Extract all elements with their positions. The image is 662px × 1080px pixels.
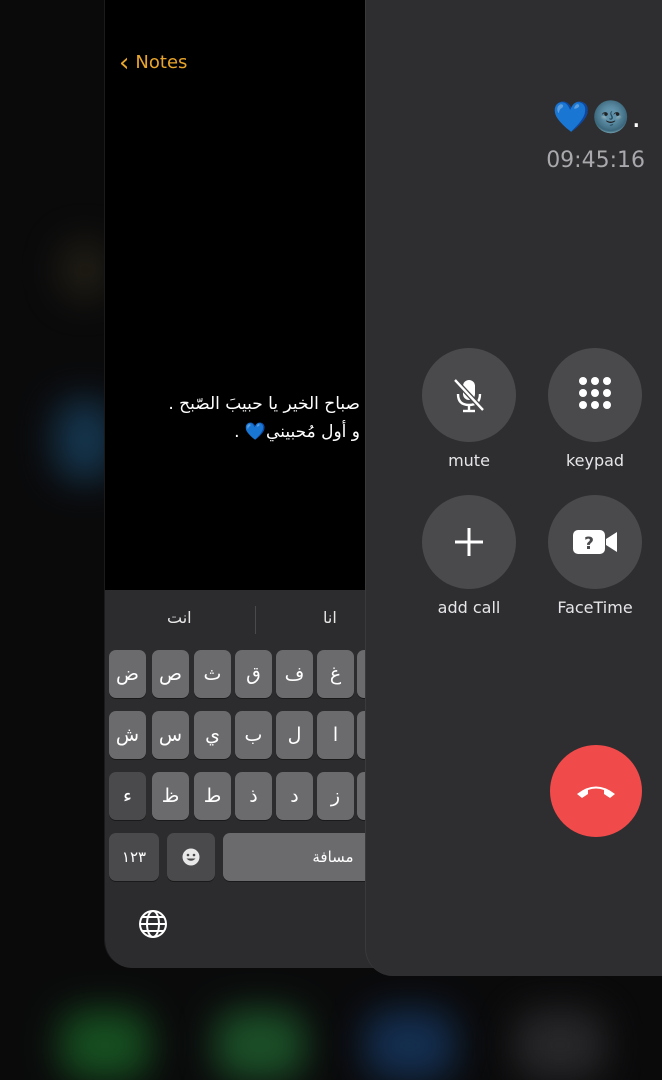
end-call-button[interactable] xyxy=(550,745,642,837)
note-line-2: و أول مُحبيني💙 . xyxy=(234,422,360,442)
emoji-icon xyxy=(182,848,200,866)
add-call-label: add call xyxy=(437,598,501,617)
key[interactable]: ش xyxy=(109,711,146,759)
note-body[interactable]: صباح الخير يا حبيبَ الصّبح . و أول مُحبي… xyxy=(115,390,360,446)
call-timer: 09:45:16 xyxy=(546,148,645,173)
add-call-button[interactable] xyxy=(422,495,516,589)
key[interactable]: ض xyxy=(109,650,146,698)
key[interactable]: ث xyxy=(194,650,231,698)
hang-up-icon xyxy=(577,786,615,798)
key[interactable]: ل xyxy=(276,711,313,759)
key[interactable]: ز xyxy=(317,772,354,820)
dock-app-icon xyxy=(365,1010,455,1080)
key[interactable]: ا xyxy=(317,711,354,759)
key[interactable]: غ xyxy=(317,650,354,698)
facetime-label: FaceTime xyxy=(557,598,633,617)
caller-name: 💙🌚. xyxy=(552,100,643,135)
globe-icon[interactable] xyxy=(137,908,169,940)
emoji-key[interactable] xyxy=(167,833,215,881)
mute-button[interactable] xyxy=(422,348,516,442)
svg-text:?: ? xyxy=(584,534,594,554)
facetime-video-icon: ? xyxy=(573,530,617,554)
key[interactable]: ق xyxy=(235,650,272,698)
dock-app-icon xyxy=(515,1010,605,1080)
suggestion-item[interactable]: انت xyxy=(167,608,192,627)
keypad-icon xyxy=(579,377,611,409)
key[interactable]: د xyxy=(276,772,313,820)
background-app-icon xyxy=(60,240,110,300)
key[interactable]: ي xyxy=(194,711,231,759)
dock-app-icon xyxy=(215,1010,305,1080)
numbers-key[interactable]: ١٢٣ xyxy=(109,833,159,881)
phone-call-card[interactable]: 💙🌚. 09:45:16 mute keypad add call ? Face… xyxy=(365,0,662,976)
key[interactable]: ء xyxy=(109,772,146,820)
facetime-button[interactable]: ? xyxy=(548,495,642,589)
suggestion-item[interactable]: انا xyxy=(323,608,337,627)
chevron-left-icon: ‹ xyxy=(119,47,130,78)
mute-label: mute xyxy=(448,451,490,470)
key[interactable]: ب xyxy=(235,711,272,759)
keypad-button[interactable] xyxy=(548,348,642,442)
plus-icon xyxy=(455,528,483,556)
suggestion-divider xyxy=(255,606,256,634)
key[interactable]: ص xyxy=(152,650,189,698)
key[interactable]: ف xyxy=(276,650,313,698)
key[interactable]: ط xyxy=(194,772,231,820)
mic-off-icon xyxy=(453,378,485,413)
note-line-1: صباح الخير يا حبيبَ الصّبح . xyxy=(168,394,360,414)
key[interactable]: ذ xyxy=(235,772,272,820)
key[interactable]: ظ xyxy=(152,772,189,820)
dock-app-icon xyxy=(60,1010,150,1080)
key[interactable]: س xyxy=(152,711,189,759)
home-dock xyxy=(0,1000,662,1080)
notes-back-label: Notes xyxy=(135,52,188,73)
keypad-label: keypad xyxy=(565,451,625,470)
notes-back-button[interactable]: ‹ Notes xyxy=(119,47,188,78)
